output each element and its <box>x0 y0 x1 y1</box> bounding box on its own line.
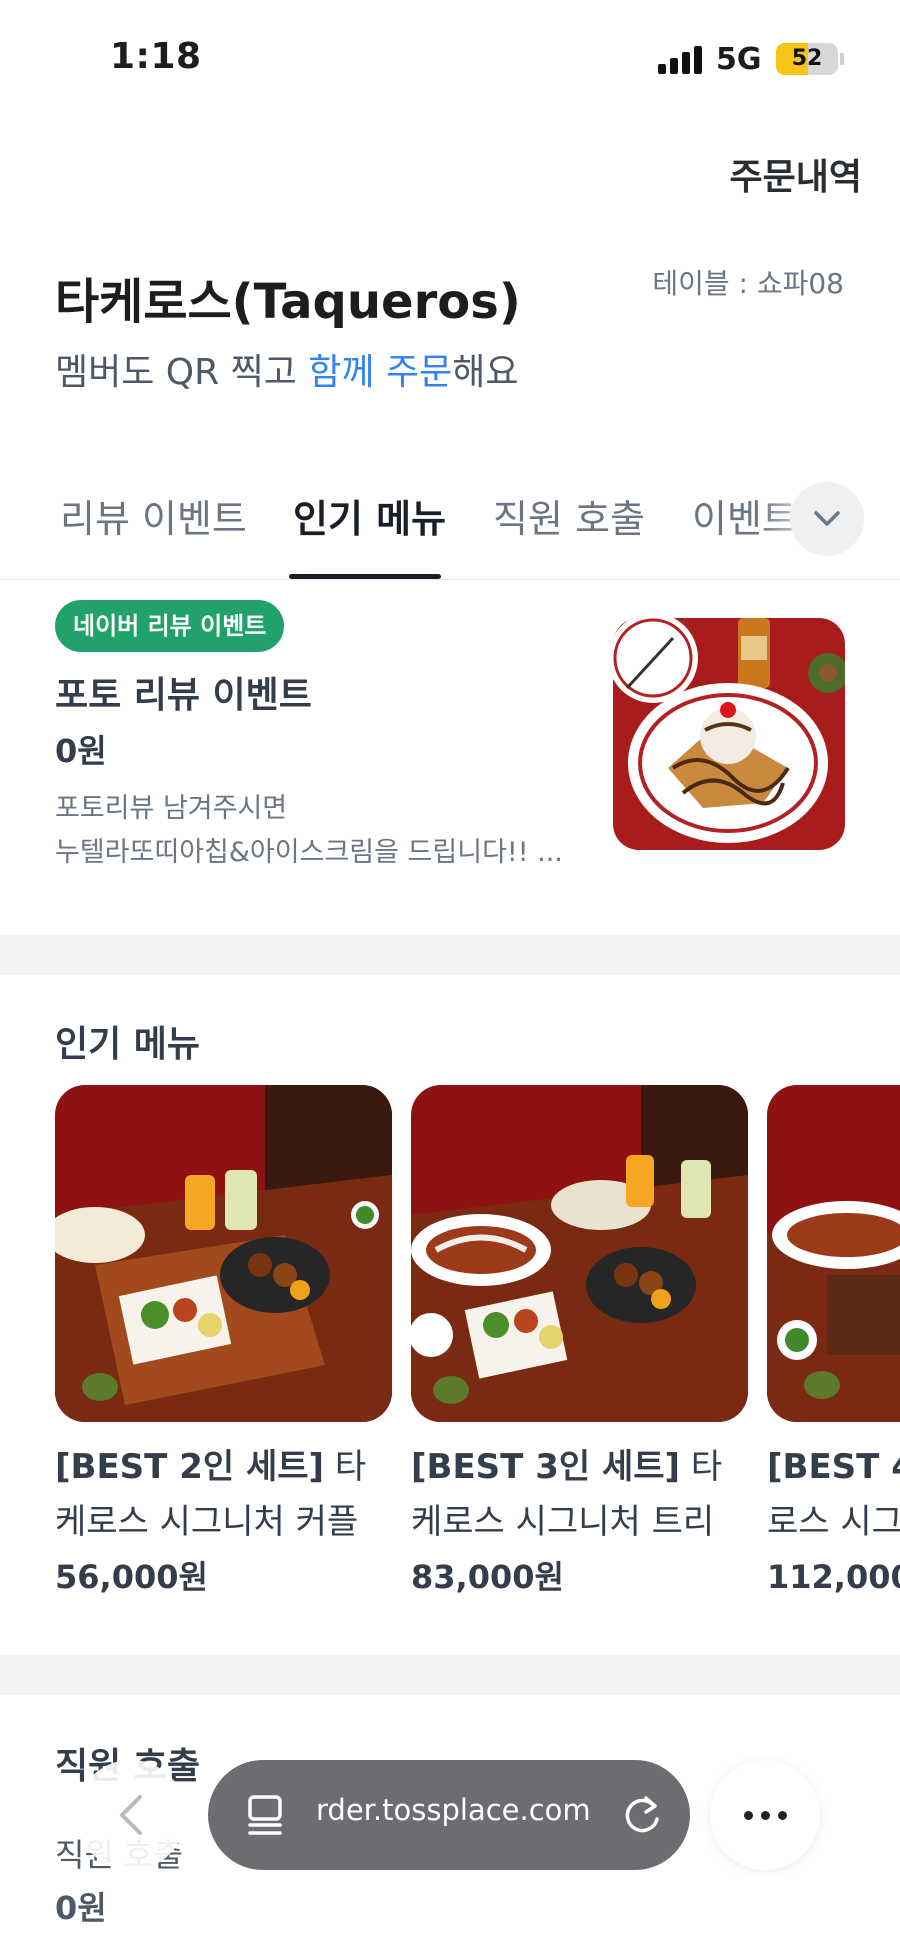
status-time: 1:18 <box>110 36 202 77</box>
back-button[interactable] <box>76 1760 186 1870</box>
menu-tag: [BEST 2인 세트] <box>55 1447 325 1487</box>
menu-card[interactable]: [BEST 3인 세트] 타케로스 시그니처 트리오... 83,000원 <box>411 1085 748 1598</box>
menu-price: 83,000원 <box>411 1558 564 1596</box>
store-subtitle: 멤버도 QR 찍고 함께 주문해요 <box>55 343 518 395</box>
battery-level: 52 <box>791 46 823 71</box>
more-dots-icon <box>743 1810 753 1820</box>
menu-card[interactable]: [BEST 4 로스 시그 112,000원 <box>767 1085 900 1598</box>
popular-menu-section: 인기 메뉴 [BEST 2인 세트] 타케로스 시그니처 커플 56,000원 … <box>0 975 900 1655</box>
section-divider <box>0 1655 900 1695</box>
url-text[interactable]: rder.tossplace.com <box>316 1793 616 1827</box>
event-title: 포토 리뷰 이벤트 <box>55 675 312 716</box>
event-price: 0원 <box>55 732 107 770</box>
subtitle-text-end: 해요 <box>452 352 519 393</box>
menu-price: 112,000원 <box>767 1558 900 1596</box>
signal-icon <box>658 46 704 74</box>
subtitle-highlight: 함께 주문 <box>308 352 453 393</box>
status-bar: 1:18 5G 52 <box>0 0 900 120</box>
review-event-item[interactable]: 네이버 리뷰 이벤트 포토 리뷰 이벤트 0원 포토리뷰 남겨주시면 누텔라또띠… <box>0 580 900 935</box>
event-image <box>613 618 845 850</box>
event-badge: 네이버 리뷰 이벤트 <box>55 600 285 652</box>
menu-title: 로스 시그 <box>767 1502 900 1542</box>
staff-call-price: 0원 <box>55 1889 107 1927</box>
address-bar[interactable]: rder.tossplace.com <box>208 1760 690 1870</box>
section-divider <box>0 935 900 975</box>
menu-image <box>767 1085 900 1422</box>
more-dots-icon <box>760 1810 770 1820</box>
active-tab-indicator <box>289 574 441 579</box>
tab-popular-menu[interactable]: 인기 메뉴 <box>293 488 446 543</box>
store-name: 타케로스(Taqueros) <box>55 274 521 330</box>
menu-tag: [BEST 3인 세트] <box>411 1447 681 1487</box>
event-description-line2: 누텔라또띠아칩&아이스크림을 드립니다!! ... <box>55 837 563 868</box>
menu-name: [BEST 4 로스 시그 <box>767 1440 900 1550</box>
chevron-left-icon <box>120 1795 142 1835</box>
menu-card[interactable]: [BEST 2인 세트] 타케로스 시그니처 커플 세... 56,000원 <box>55 1085 392 1598</box>
network-label: 5G <box>716 42 762 77</box>
menu-image <box>55 1085 392 1422</box>
more-dots-icon <box>777 1810 787 1820</box>
menu-name: [BEST 2인 세트] 타케로스 시그니처 커플 세... <box>55 1440 392 1550</box>
tab-expand-button[interactable] <box>790 482 864 556</box>
table-label: 테이블 : 쇼파08 <box>652 267 844 300</box>
event-description: 포토리뷰 남겨주시면 <box>55 793 288 824</box>
menu-image <box>411 1085 748 1422</box>
chevron-down-icon <box>814 511 840 526</box>
menu-name: [BEST 3인 세트] 타케로스 시그니처 트리오... <box>411 1440 748 1550</box>
battery-icon: 52 <box>776 43 838 75</box>
reload-icon[interactable] <box>620 1792 664 1838</box>
browser-tabs-icon[interactable] <box>244 1793 286 1837</box>
menu-price: 56,000원 <box>55 1558 208 1596</box>
order-history-link[interactable]: 주문내역 <box>730 148 862 200</box>
more-button[interactable] <box>710 1760 820 1870</box>
menu-tag: [BEST 4 <box>767 1447 900 1487</box>
popular-section-title: 인기 메뉴 <box>55 1024 201 1065</box>
battery-cap <box>840 53 844 65</box>
tab-staff-call[interactable]: 직원 호출 <box>493 488 645 543</box>
tab-review-event[interactable]: 리뷰 이벤트 <box>60 488 247 543</box>
category-tabbar: 리뷰 이벤트 인기 메뉴 직원 호출 이벤트 <box>0 470 900 580</box>
subtitle-text: 멤버도 QR 찍고 <box>55 352 309 393</box>
